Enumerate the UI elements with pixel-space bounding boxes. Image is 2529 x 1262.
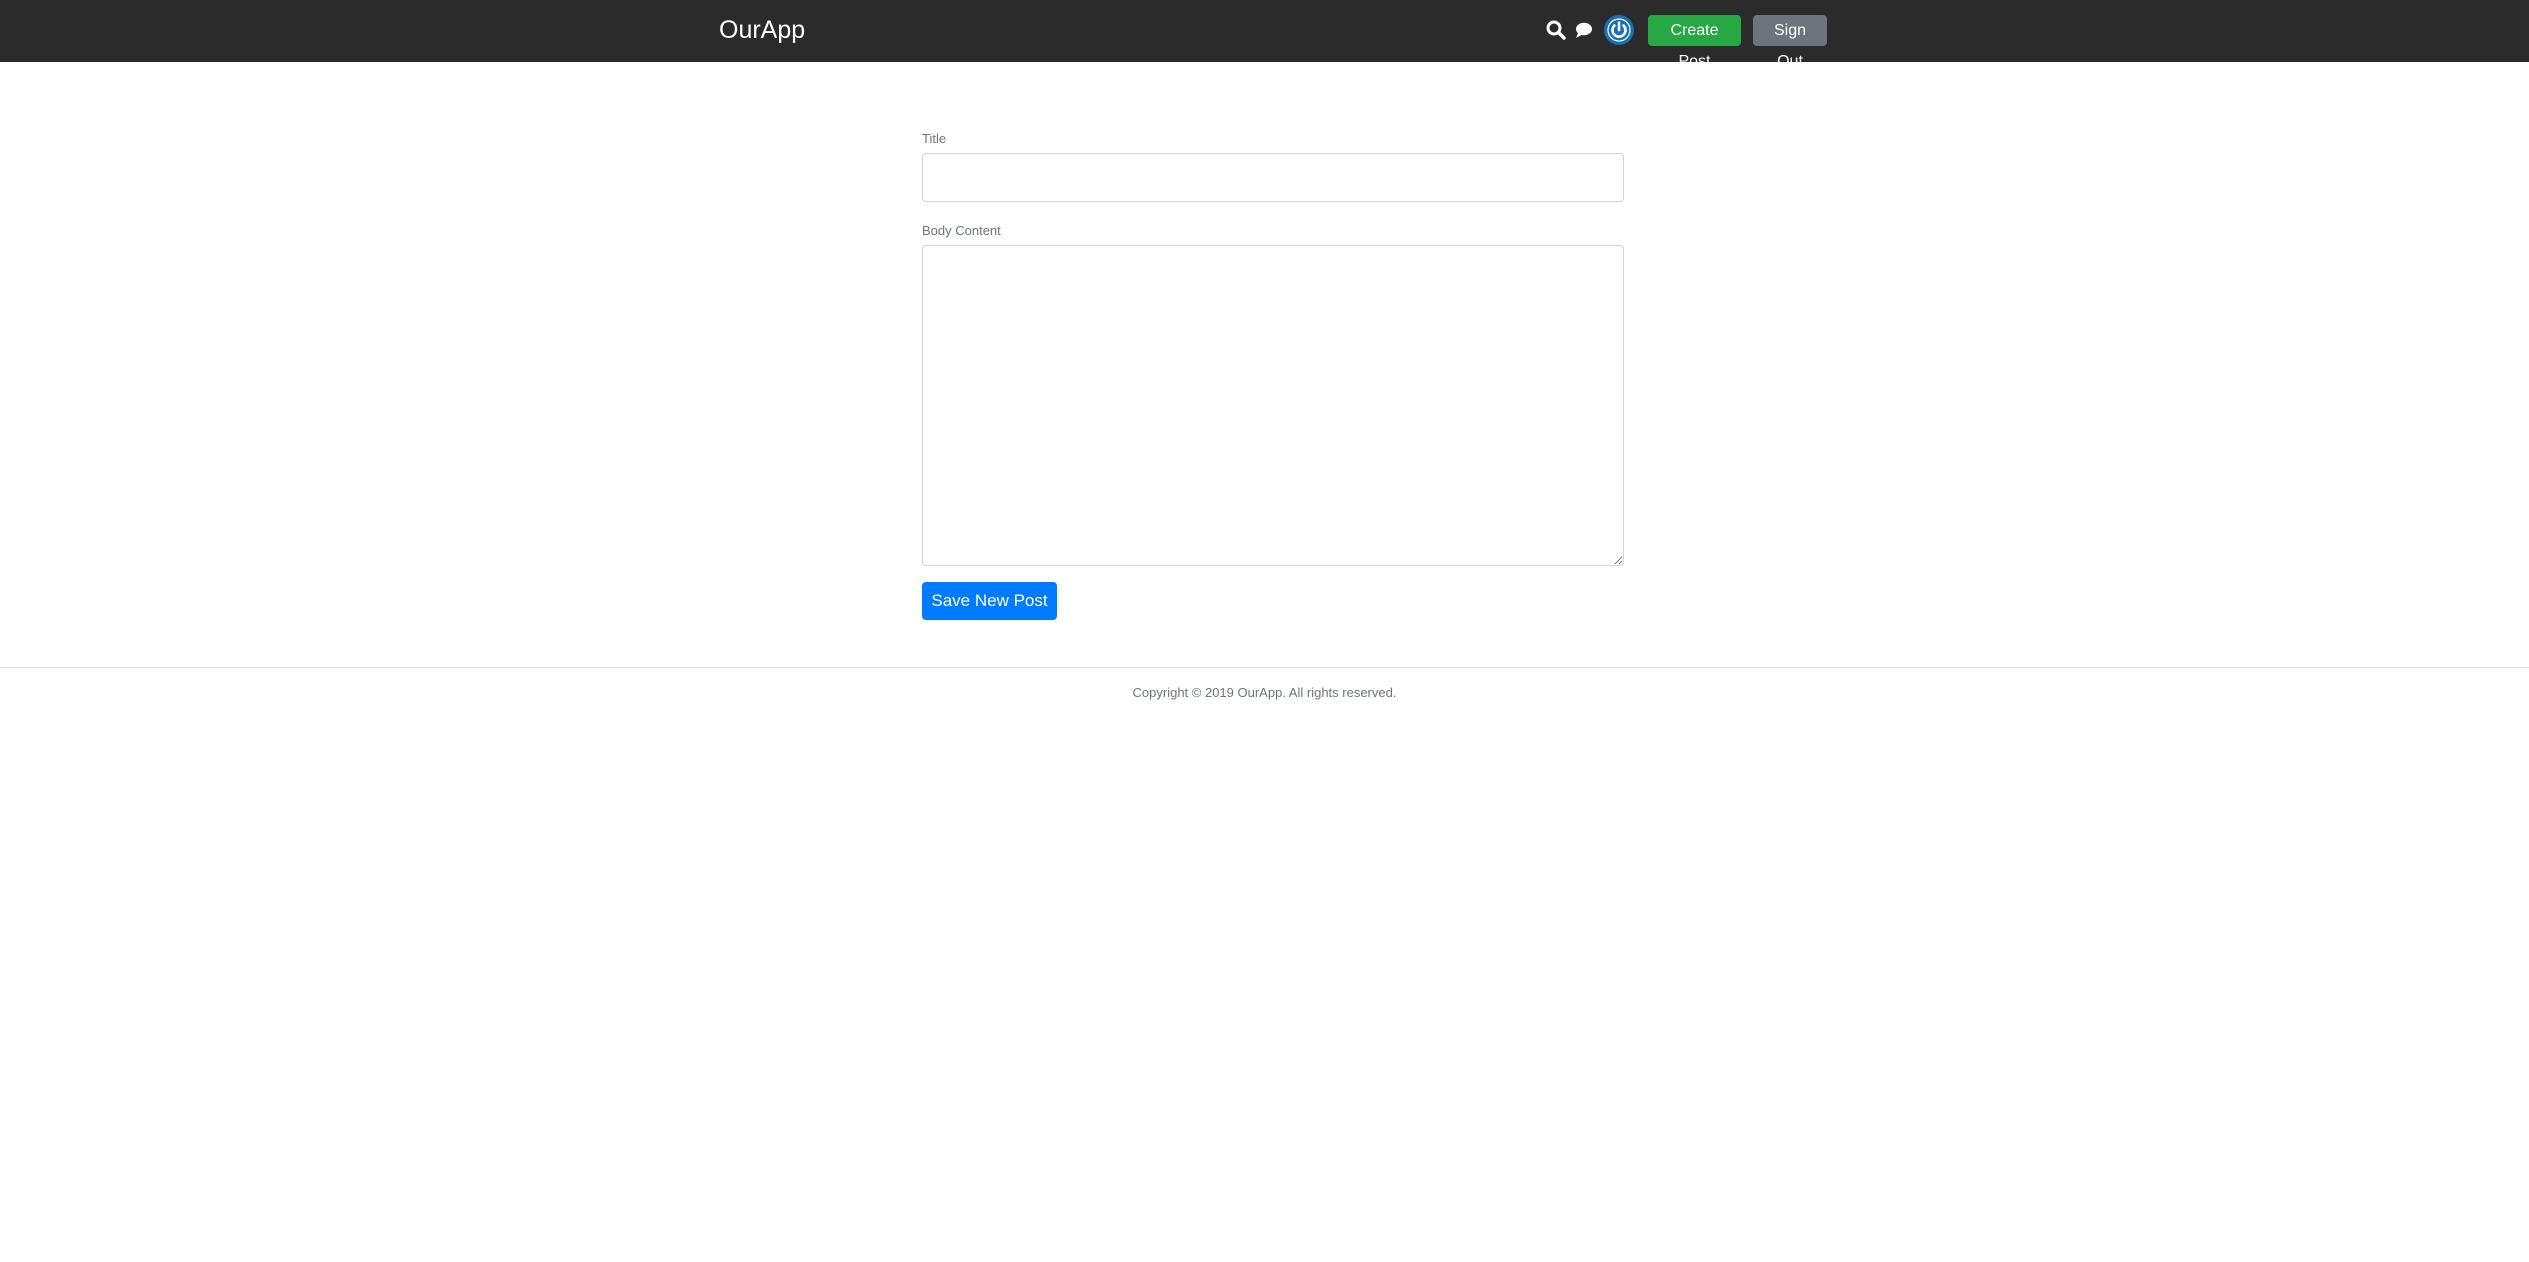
sign-out-button[interactable]: Sign Out <box>1753 15 1827 70</box>
brand-link[interactable]: OurApp <box>719 14 805 46</box>
save-new-post-button[interactable]: Save New Post <box>922 582 1057 620</box>
top-navbar: OurApp Create Post Sign Out <box>0 0 2529 70</box>
search-icon[interactable] <box>1545 19 1567 41</box>
title-input[interactable] <box>922 153 1624 202</box>
body-content-textarea[interactable] <box>922 245 1624 566</box>
chat-icon[interactable] <box>1573 19 1595 41</box>
footer-copyright: Copyright © 2019 OurApp. All rights rese… <box>1132 685 1397 700</box>
create-post-form: Title Body Content Save New Post <box>922 130 1624 620</box>
body-content-label: Body Content <box>922 223 1001 238</box>
footer-divider <box>0 667 2529 668</box>
title-label: Title <box>922 131 947 146</box>
create-post-button[interactable]: Create Post <box>1648 15 1741 70</box>
power-avatar-icon[interactable] <box>1604 15 1634 45</box>
